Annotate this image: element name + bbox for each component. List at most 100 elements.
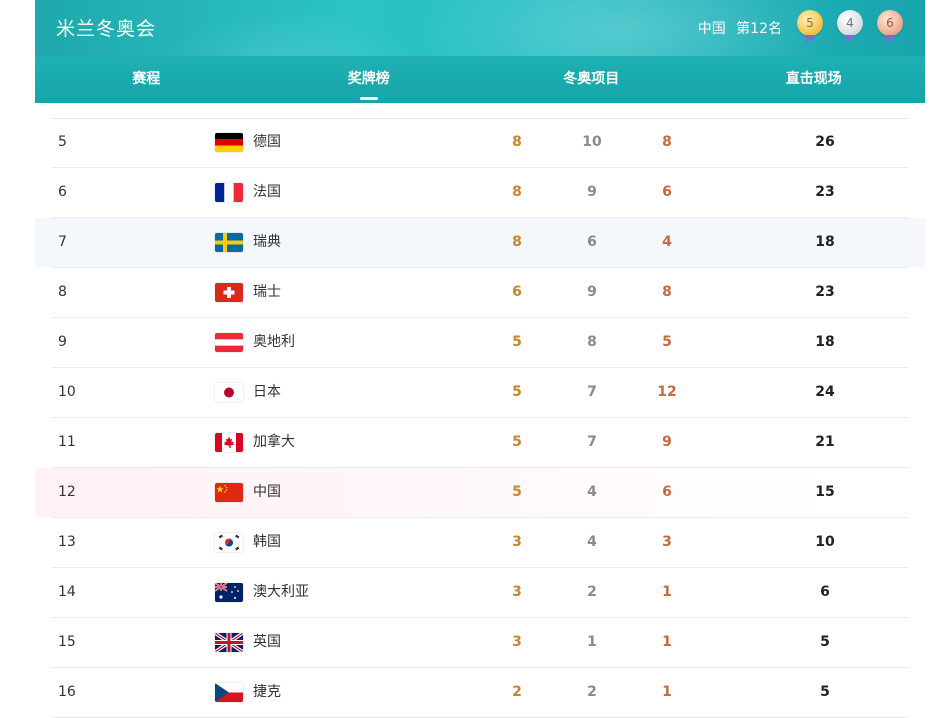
- uk-flag-icon: [215, 633, 243, 652]
- bronze-count-cell: 1: [662, 634, 672, 650]
- table-row[interactable]: 16 捷克 2 2 1 5: [52, 668, 908, 718]
- silver-count-cell: 9: [587, 284, 597, 300]
- total-count-cell: 26: [815, 134, 835, 150]
- country-name-cell: 澳大利亚: [253, 584, 309, 600]
- silver-count-cell: 4: [587, 484, 597, 500]
- total-count-cell: 21: [815, 434, 835, 450]
- silver-count-cell: 7: [587, 434, 597, 450]
- australia-flag-icon: [215, 583, 243, 602]
- tab-schedule[interactable]: 赛程: [35, 56, 258, 103]
- table-row[interactable]: 7 瑞典 8 6 4 18: [35, 218, 925, 268]
- bronze-count-cell: 3: [662, 534, 672, 550]
- bronze-medal-count: 6: [886, 16, 894, 30]
- header-banner: 米兰冬奥会 中国 第12名 5 4 6: [35, 0, 925, 56]
- rank-cell: 16: [58, 684, 76, 700]
- rank-cell: 8: [58, 284, 67, 300]
- bronze-count-cell: 12: [657, 384, 677, 400]
- silver-count-cell: 10: [582, 134, 602, 150]
- country-name-cell: 瑞典: [253, 234, 281, 250]
- silver-count-cell: 8: [587, 334, 597, 350]
- table-row[interactable]: 6 法国 8 9 6 23: [52, 168, 908, 218]
- silver-count-cell: 2: [587, 684, 597, 700]
- gold-count-cell: 5: [512, 484, 522, 500]
- table-row[interactable]: 9 奥地利 5 8 5 18: [52, 318, 908, 368]
- canada-flag-icon: [215, 433, 243, 452]
- country-name-cell: 德国: [253, 134, 281, 150]
- medal-table: 5 德国 8 10 8 26 6 法国 8 9 6 23 7 瑞典 8 6 4 18 8 瑞士 6 9 8 23 9 奥地利 5 8 5…: [35, 118, 925, 718]
- china-flag-icon: [215, 483, 243, 502]
- bronze-count-cell: 1: [662, 684, 672, 700]
- gold-count-cell: 3: [512, 584, 522, 600]
- country-name-cell: 法国: [253, 184, 281, 200]
- rank-cell: 12: [58, 484, 76, 500]
- silver-medal-icon: 4: [837, 10, 863, 36]
- table-row[interactable]: 10 日本 5 7 12 24: [52, 368, 908, 418]
- country-name-cell: 加拿大: [253, 434, 295, 450]
- czech-flag-icon: [215, 683, 243, 702]
- total-count-cell: 23: [815, 284, 835, 300]
- country-name-cell: 奥地利: [253, 334, 295, 350]
- rank-cell: 14: [58, 584, 76, 600]
- rank-cell: 9: [58, 334, 67, 350]
- country-name-cell: 瑞士: [253, 284, 281, 300]
- gold-medal-icon: 5: [797, 10, 823, 36]
- switzerland-flag-icon: [215, 283, 243, 302]
- table-row[interactable]: 12 中国 5 4 6 15: [35, 468, 925, 518]
- gold-count-cell: 5: [512, 434, 522, 450]
- south-korea-flag-icon: [215, 533, 243, 552]
- bronze-count-cell: 6: [662, 184, 672, 200]
- total-count-cell: 5: [820, 634, 830, 650]
- bronze-count-cell: 9: [662, 434, 672, 450]
- silver-count-cell: 2: [587, 584, 597, 600]
- table-row[interactable]: 15 英国 3 1 1 5: [52, 618, 908, 668]
- bronze-medal-icon: 6: [877, 10, 903, 36]
- gold-count-cell: 8: [512, 234, 522, 250]
- table-row[interactable]: 11 加拿大 5 7 9 21: [52, 418, 908, 468]
- gold-count-cell: 6: [512, 284, 522, 300]
- silver-count-cell: 6: [587, 234, 597, 250]
- gold-count-cell: 5: [512, 384, 522, 400]
- country-name-cell: 英国: [253, 634, 281, 650]
- country-name-cell: 捷克: [253, 684, 281, 700]
- total-count-cell: 6: [820, 584, 830, 600]
- silver-count-cell: 7: [587, 384, 597, 400]
- country-name: 中国: [697, 21, 726, 37]
- total-count-cell: 18: [815, 234, 835, 250]
- rank-cell: 6: [58, 184, 67, 200]
- bronze-count-cell: 8: [662, 134, 672, 150]
- country-name-cell: 韩国: [253, 534, 281, 550]
- silver-count-cell: 9: [587, 184, 597, 200]
- table-row[interactable]: 5 德国 8 10 8 26: [52, 118, 908, 168]
- tab-live[interactable]: 直击现场: [703, 56, 926, 103]
- gold-medal-count: 5: [806, 16, 814, 30]
- total-count-cell: 10: [815, 534, 835, 550]
- gold-count-cell: 3: [512, 534, 522, 550]
- silver-medal-count: 4: [846, 16, 854, 30]
- total-count-cell: 23: [815, 184, 835, 200]
- country-name-cell: 中国: [253, 484, 281, 500]
- country-rank-info: 中国 第12名: [692, 18, 782, 38]
- rank-cell: 15: [58, 634, 76, 650]
- gold-count-cell: 2: [512, 684, 522, 700]
- silver-count-cell: 1: [587, 634, 597, 650]
- page-title: 米兰冬奥会: [56, 18, 157, 40]
- austria-flag-icon: [215, 333, 243, 352]
- total-count-cell: 18: [815, 334, 835, 350]
- rank-cell: 7: [58, 234, 67, 250]
- table-row[interactable]: 14 澳大利亚 3 2 1 6: [52, 568, 908, 618]
- table-row[interactable]: 13 韩国 3 4 3 10: [52, 518, 908, 568]
- gold-count-cell: 8: [512, 134, 522, 150]
- gold-count-cell: 3: [512, 634, 522, 650]
- silver-count-cell: 4: [587, 534, 597, 550]
- gold-count-cell: 5: [512, 334, 522, 350]
- rank-cell: 10: [58, 384, 76, 400]
- rank-cell: 11: [58, 434, 76, 450]
- bronze-count-cell: 5: [662, 334, 672, 350]
- table-row[interactable]: 8 瑞士 6 9 8 23: [52, 268, 908, 318]
- tab-winter-events[interactable]: 冬奥项目: [480, 56, 703, 103]
- bronze-count-cell: 4: [662, 234, 672, 250]
- france-flag-icon: [215, 183, 243, 202]
- tab-medal-table[interactable]: 奖牌榜: [258, 56, 481, 103]
- total-count-cell: 24: [815, 384, 835, 400]
- bronze-count-cell: 1: [662, 584, 672, 600]
